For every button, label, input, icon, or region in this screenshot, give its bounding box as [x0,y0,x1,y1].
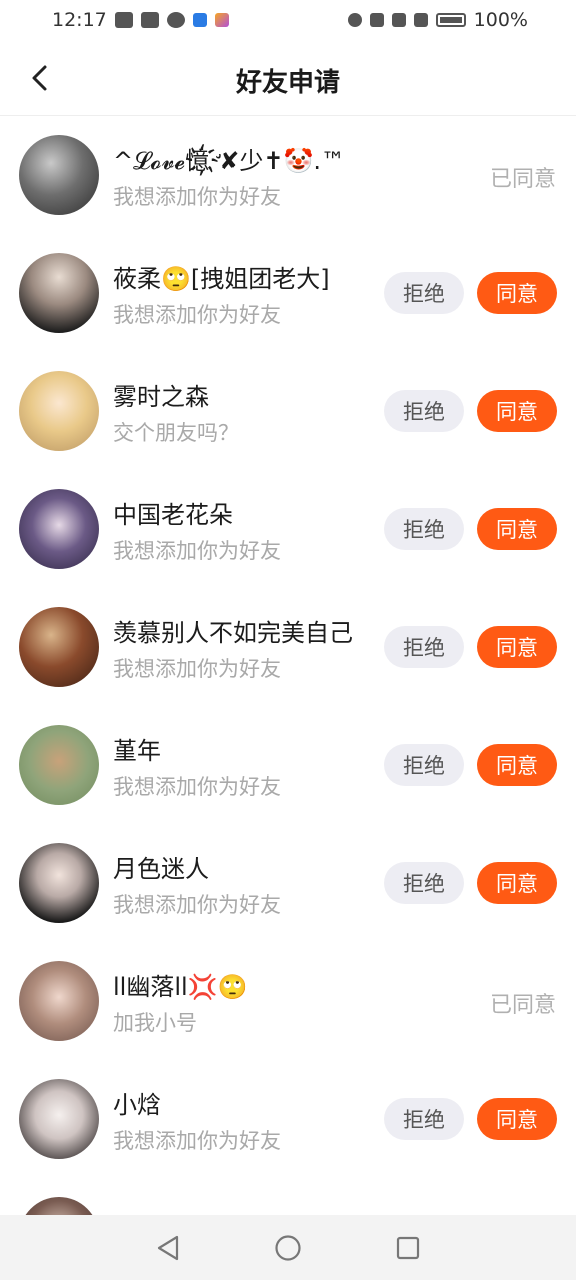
reject-button[interactable]: 拒绝 [384,744,464,786]
request-name: 莜柔🙄[拽姐团老大] [113,265,330,293]
request-row-partial [0,1179,576,1215]
avatar[interactable] [19,371,99,451]
accept-button[interactable]: 同意 [477,862,557,904]
game-app-icon [214,13,229,27]
video-icon [114,12,133,28]
avatar[interactable] [19,961,99,1041]
request-name: 中国老花朵 [113,501,233,529]
request-message: 我想添加你为好友 [113,775,281,799]
accept-button[interactable]: 同意 [477,508,557,550]
reject-button[interactable]: 拒绝 [384,626,464,668]
avatar[interactable] [19,725,99,805]
request-row: 莜柔🙄[拽姐团老大] 我想添加你为好友 拒绝 同意 [0,235,576,353]
request-message: 我想添加你为好友 [113,657,281,681]
friend-request-list: ^𝓛𝓸𝓿𝓮憶҉̛✘少✝🤡.™ 我想添加你为好友 已同意 莜柔🙄[拽姐团老大] 我… [0,117,576,1215]
square-recents-icon [396,1236,420,1259]
status-time: 12:17 [52,9,107,31]
battery-icon [435,13,466,27]
battery-level: 100% [473,9,528,31]
request-row: 雾时之森 交个朋友吗？ 拒绝 同意 [0,353,576,471]
accept-button[interactable]: 同意 [477,1098,557,1140]
triangle-back-icon [157,1235,179,1260]
avatar[interactable] [19,607,99,687]
accepted-status: 已同意 [489,993,556,1018]
request-message: 我想添加你为好友 [113,185,281,209]
avatar[interactable] [19,1079,99,1159]
status-left: 12:17 [52,9,229,31]
nav-home-button[interactable] [273,1233,303,1263]
reject-button[interactable]: 拒绝 [384,272,464,314]
request-name: 堇年 [113,737,161,765]
reject-button[interactable]: 拒绝 [384,508,464,550]
alert-icon [413,13,428,27]
status-bar: 12:17 100% [0,0,576,40]
accept-button[interactable]: 同意 [477,744,557,786]
request-name: 雾时之森 [113,383,209,411]
nav-back-button[interactable] [153,1233,183,1263]
avatar[interactable] [19,843,99,923]
page-title: 好友申请 [235,68,340,98]
request-row: ^𝓛𝓸𝓿𝓮憶҉̛✘少✝🤡.™ 我想添加你为好友 已同意 [0,117,576,235]
request-name: 小焓 [113,1091,161,1119]
reject-button[interactable]: 拒绝 [384,862,464,904]
reject-button[interactable]: 拒绝 [384,390,464,432]
request-message: 加我小号 [113,1011,197,1035]
nav-recents-button[interactable] [393,1233,423,1263]
accept-button[interactable]: 同意 [477,626,557,668]
browser-icon [166,12,185,28]
accept-button[interactable]: 同意 [477,390,557,432]
request-name: 羡慕别人不如完美自己 [113,619,353,647]
avatar[interactable] [19,135,99,215]
request-row: 堇年 我想添加你为好友 拒绝 同意 [0,707,576,825]
request-message: 我想添加你为好友 [113,539,281,563]
request-row: 羡慕别人不如完美自己 我想添加你为好友 拒绝 同意 [0,589,576,707]
bird-app-icon [192,13,207,27]
system-nav-bar [0,1215,576,1280]
accept-button[interactable]: 同意 [477,272,557,314]
avatar[interactable] [19,489,99,569]
alarm-icon [347,13,362,27]
app-notification-icon [140,12,159,28]
request-name: ll幽落ll💢🙄 [113,973,248,1001]
bluetooth-icon [369,13,384,27]
request-message: 我想添加你为好友 [113,303,281,327]
status-right: 100% [347,9,528,31]
request-row: 月色迷人 我想添加你为好友 拒绝 同意 [0,825,576,943]
request-row: 小焓 我想添加你为好友 拒绝 同意 [0,1061,576,1179]
accepted-status: 已同意 [489,167,556,192]
request-row: ll幽落ll💢🙄 加我小号 已同意 [0,943,576,1061]
avatar[interactable] [19,1197,99,1215]
wifi-icon [391,13,406,27]
request-message: 我想添加你为好友 [113,893,281,917]
request-message: 我想添加你为好友 [113,1129,281,1153]
page-header: 好友申请 [0,40,576,116]
request-name: 月色迷人 [113,855,209,883]
circle-home-icon [275,1234,301,1261]
request-message: 交个朋友吗？ [113,421,239,445]
request-name: ^𝓛𝓸𝓿𝓮憶҉̛✘少✝🤡.™ [113,147,346,175]
avatar[interactable] [19,253,99,333]
reject-button[interactable]: 拒绝 [384,1098,464,1140]
request-row: 中国老花朵 我想添加你为好友 拒绝 同意 [0,471,576,589]
